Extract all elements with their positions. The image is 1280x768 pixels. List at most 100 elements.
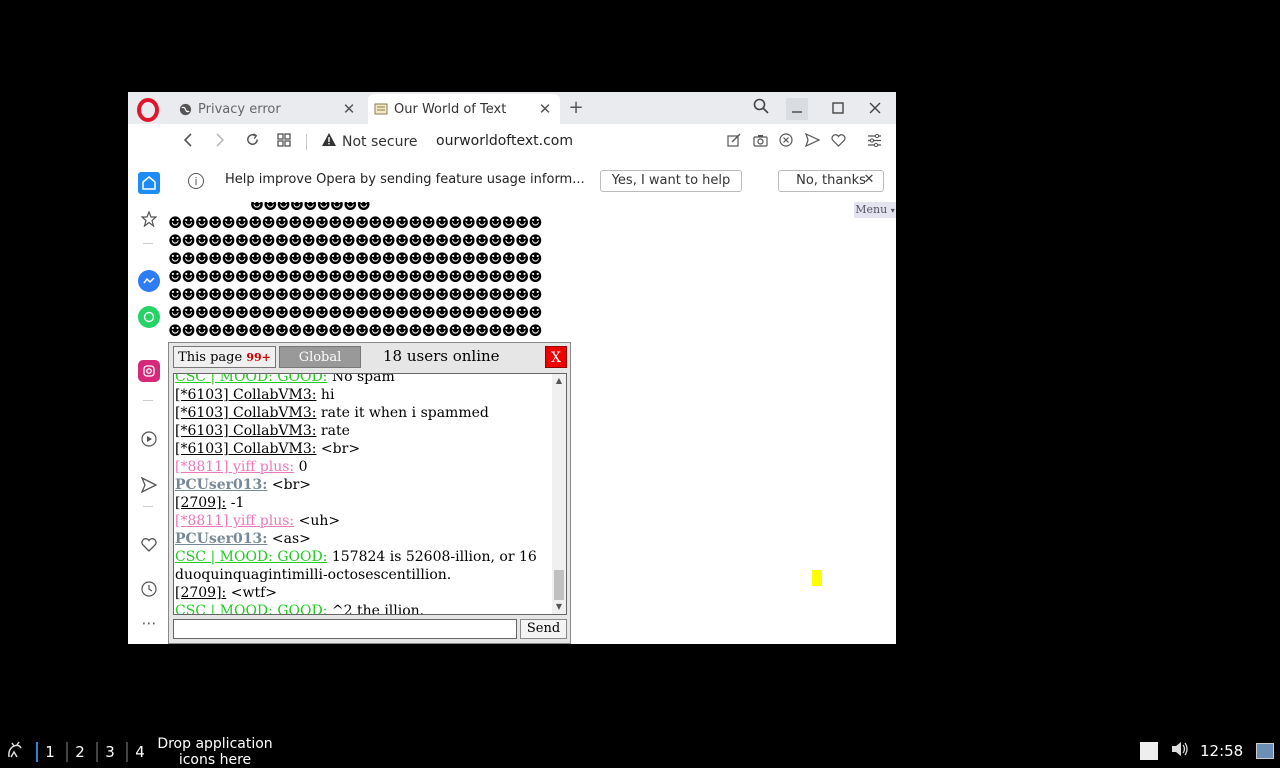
chat-text: <wtf> (226, 585, 277, 601)
tab-close-icon[interactable]: ✕ (536, 100, 554, 118)
chat-nick[interactable]: [2709]: (175, 495, 226, 511)
home-icon[interactable] (138, 172, 160, 194)
tab-global[interactable]: Global (279, 346, 361, 368)
chat-nick[interactable]: [*6103] CollabVM3: (175, 441, 316, 457)
chat-message: [*6103] CollabVM3: rate it when i spamme… (175, 404, 549, 422)
chat-text: <br> (316, 441, 361, 457)
maximize-icon[interactable] (827, 98, 849, 120)
player-icon[interactable] (138, 428, 160, 450)
canvas-row: ☻☻☻☻☻☻☻☻☻☻☻☻☻☻☻☻☻☻☻☻☻☻☻☻☻☻☻☻ (168, 321, 543, 340)
minimize-icon[interactable] (786, 98, 808, 120)
workspace-1[interactable]: 1 (36, 742, 62, 762)
new-tab-icon[interactable]: + (566, 98, 586, 118)
chat-text: ^2 the illion. (327, 603, 425, 615)
heart-icon[interactable] (828, 132, 848, 152)
chat-text: -1 (226, 495, 245, 511)
chat-scrollbar[interactable]: ▲ ▼ (552, 374, 566, 614)
chat-nick[interactable]: [*6103] CollabVM3: (175, 405, 316, 421)
canvas-row: ☻☻☻☻☻☻☻☻☻☻☻☻☻☻☻☻☻☻☻☻☻☻☻☻☻☻☻☻ (168, 285, 543, 304)
launcher-drop-zone[interactable]: Drop application icons here (150, 736, 280, 768)
history-clock-icon[interactable] (138, 578, 160, 600)
unread-count-badge: 99+ (246, 351, 271, 364)
bookmarks-star-icon[interactable] (138, 208, 160, 230)
adblock-icon[interactable] (776, 132, 796, 152)
page-content[interactable]: ☻☻☻☻☻☻☻☻☻ ☻☻☻☻☻☻☻☻☻☻☻☻☻☻☻☻☻☻☻ ☻☻☻☻☻☻☻☻☻ ☻☻☻… (168, 202, 896, 644)
chat-message: [*8811] yiff plus: <uh> (175, 512, 549, 530)
scroll-thumb[interactable] (554, 570, 564, 600)
chat-message: [*6103] CollabVM3: rate (175, 422, 549, 440)
window-close-icon[interactable] (864, 98, 886, 120)
tab-label: This page (178, 350, 243, 365)
page-icon (374, 102, 388, 116)
tab-bar: Privacy error ✕ Our World of Text ✕ + (128, 92, 896, 124)
tab-search-icon[interactable] (750, 98, 772, 120)
start-menu-icon[interactable] (4, 741, 26, 763)
workspace-4[interactable]: 4 (126, 742, 152, 762)
tab-close-icon[interactable]: ✕ (340, 100, 358, 118)
accept-usage-button[interactable]: Yes, I want to help (600, 170, 742, 192)
instagram-icon[interactable] (138, 360, 160, 382)
divider (143, 243, 153, 244)
menu-button[interactable]: Menu ▾ (854, 202, 896, 218)
text-canvas[interactable]: ☻☻☻☻☻☻☻☻☻ ☻☻☻☻☻☻☻☻☻☻☻☻☻☻☻☻☻☻☻ ☻☻☻☻☻☻☻☻☻ ☻☻☻… (168, 202, 543, 340)
easy-setup-icon[interactable] (864, 132, 884, 152)
chat-nick[interactable]: CSC | MOOD: GOOD: (175, 603, 327, 614)
forward-icon[interactable] (210, 132, 230, 152)
chat-messages[interactable]: CSC | MOOD: GOOD: No spam [*6103] CollabV… (173, 373, 567, 615)
volume-icon[interactable] (1170, 741, 1190, 761)
tab-privacy-error[interactable]: Privacy error ✕ (172, 94, 364, 124)
edit-icon[interactable] (724, 132, 744, 152)
chat-nick[interactable]: PCUser013: (175, 477, 267, 493)
back-icon[interactable] (178, 132, 198, 152)
address-toolbar: Not secure ourworldoftext.com (168, 124, 896, 160)
chat-panel: This page 99+ Global 18 users online X C… (168, 342, 571, 644)
chat-nick[interactable]: [2709]: (175, 585, 226, 601)
chat-nick[interactable]: CSC | MOOD: GOOD: (175, 374, 327, 385)
chat-message: PCUser013: <as> (175, 530, 549, 548)
camera-icon[interactable] (750, 132, 770, 152)
security-indicator[interactable]: Not secure (322, 133, 418, 150)
send-button[interactable]: Send (520, 619, 567, 639)
chat-text: No spam (327, 373, 395, 385)
chat-nick[interactable]: CSC | MOOD: GOOD: (175, 549, 327, 565)
message-list: CSC | MOOD: GOOD: No spam [*6103] CollabV… (175, 373, 549, 615)
workspace-3[interactable]: 3 (96, 742, 122, 762)
messenger-icon[interactable] (138, 270, 160, 292)
tab-label: Privacy error (198, 101, 281, 117)
notes-icon[interactable] (1140, 742, 1158, 760)
chat-nick[interactable]: [*6103] CollabVM3: (175, 423, 316, 439)
send-icon[interactable] (802, 132, 822, 152)
chat-close-button[interactable]: X (545, 346, 567, 368)
chat-nick[interactable]: PCUser013: (175, 531, 267, 547)
clock: 12:58 (1200, 742, 1244, 760)
scroll-up-icon[interactable]: ▲ (552, 374, 566, 388)
heart-icon[interactable] (138, 534, 160, 556)
chat-text: hi (316, 387, 335, 403)
scroll-down-icon[interactable]: ▼ (552, 600, 566, 614)
chat-text: rate it when i spammed (316, 405, 489, 421)
chat-nick[interactable]: [*8811] yiff plus: (175, 459, 294, 475)
chevron-down-icon: ▾ (890, 206, 895, 215)
chat-message-input[interactable] (173, 619, 517, 639)
whatsapp-icon[interactable] (138, 306, 160, 328)
chat-text: <uh> (294, 513, 341, 529)
send-icon[interactable] (138, 474, 160, 496)
tabs-overview-icon[interactable] (274, 132, 294, 152)
show-desktop-icon[interactable] (1256, 743, 1274, 759)
info-icon: i (188, 173, 204, 189)
tab-this-page[interactable]: This page 99+ (173, 346, 276, 368)
workspace-2[interactable]: 2 (66, 742, 92, 762)
chat-message: CSC | MOOD: GOOD: ^2 the illion. (175, 602, 549, 615)
chat-nick[interactable]: [*6103] CollabVM3: (175, 387, 316, 403)
chat-nick[interactable]: [*8811] yiff plus: (175, 513, 294, 529)
chat-message: [*8811] yiff plus: 0 (175, 458, 549, 476)
chat-message: CSC | MOOD: GOOD: 157824 is 52608-illion… (175, 548, 549, 584)
feature-usage-infobar: i Help improve Opera by sending feature … (168, 160, 896, 203)
address-bar[interactable]: ourworldoftext.com (436, 133, 573, 149)
infobar-close-icon[interactable]: ✕ (862, 172, 876, 187)
more-icon[interactable]: ⋯ (138, 612, 160, 634)
browser-window: Privacy error ✕ Our World of Text ✕ + No… (128, 92, 896, 644)
tab-our-world-of-text[interactable]: Our World of Text ✕ (368, 94, 560, 124)
opera-logo-icon[interactable] (136, 98, 160, 122)
reload-icon[interactable] (242, 132, 262, 152)
